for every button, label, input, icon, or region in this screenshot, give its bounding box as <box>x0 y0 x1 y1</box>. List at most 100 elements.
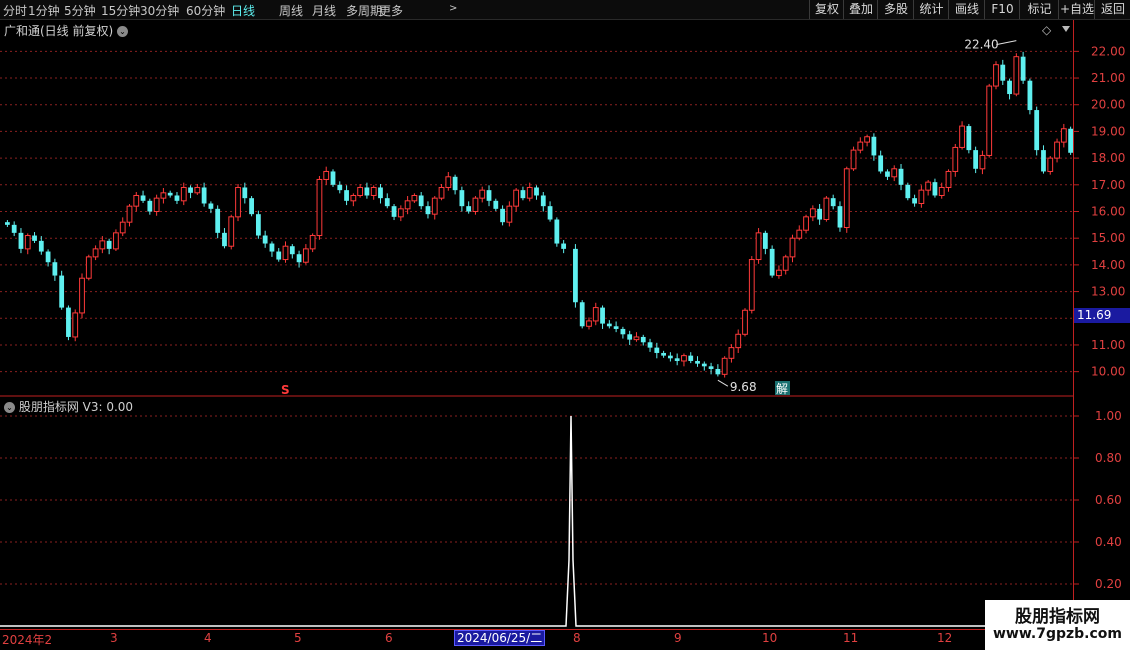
candle-body <box>194 186 201 194</box>
candle-body <box>715 368 721 375</box>
candle-body <box>228 216 235 247</box>
candle-body <box>391 206 397 217</box>
high-pointer-line <box>996 40 1017 46</box>
candle-body <box>493 200 499 209</box>
month-label: 8 <box>573 631 581 645</box>
indicator-tick-label: 1.00 <box>1095 409 1122 423</box>
candle-body <box>11 224 17 233</box>
candle-body <box>106 240 112 249</box>
candle-body <box>201 187 207 204</box>
candle-body <box>370 186 377 196</box>
y-tick-label: 17.00 <box>1091 178 1125 192</box>
candle-body <box>52 262 58 276</box>
candle-body <box>540 195 546 207</box>
candle-body <box>404 200 411 210</box>
candle-body <box>803 216 809 231</box>
candle-body <box>688 355 694 361</box>
candle-body <box>357 186 364 196</box>
low-label: 9.68 <box>730 380 757 394</box>
candle-body <box>153 197 160 212</box>
candle-body <box>1007 80 1012 95</box>
candle-body <box>119 221 126 234</box>
candle-body <box>126 205 133 223</box>
candle-body <box>769 248 775 276</box>
candle-body <box>384 198 390 207</box>
candle-body <box>526 186 533 199</box>
candle-body <box>586 320 592 327</box>
candle-body <box>208 203 214 209</box>
candle-body <box>1027 80 1033 111</box>
marker-s: S <box>281 383 290 397</box>
candle-body <box>735 333 742 349</box>
candle-body <box>742 309 748 335</box>
candle-body <box>1041 150 1046 172</box>
candle-body <box>99 240 106 250</box>
candle-body <box>973 150 979 169</box>
month-label: 3 <box>110 631 118 645</box>
candle-body <box>857 141 864 151</box>
candle-body <box>276 251 282 260</box>
low-pointer-line <box>717 379 729 387</box>
candle-body <box>500 208 505 223</box>
candle-body <box>262 235 268 244</box>
candle-body <box>864 136 870 143</box>
candle-body <box>188 187 193 193</box>
candle-body <box>932 182 938 196</box>
candle-body <box>952 146 959 172</box>
candle-body <box>85 256 92 279</box>
candle-body <box>592 307 599 322</box>
current-price-tag: 11.69 <box>1074 308 1130 323</box>
candle-body <box>1054 141 1060 159</box>
y-tick-label: 11.00 <box>1091 338 1125 352</box>
month-label: 2024年2 <box>2 633 53 647</box>
month-label: 4 <box>204 631 212 645</box>
candle-body <box>66 307 71 337</box>
marker-jie: 解 <box>776 382 788 396</box>
candle-body <box>411 194 418 202</box>
candle-body <box>782 256 789 271</box>
candle-body <box>316 178 323 237</box>
candle-body <box>554 219 560 244</box>
candle-body <box>445 176 452 188</box>
candle-body <box>18 232 24 249</box>
triangle-down-icon[interactable] <box>1062 26 1070 32</box>
month-label: 12 <box>937 631 953 645</box>
candle-body <box>459 190 465 207</box>
candle-body <box>640 336 646 343</box>
month-label: 9 <box>674 631 682 645</box>
candle-body <box>1060 128 1067 143</box>
candle-body <box>302 248 309 263</box>
watermark: 股朋指标网 www.7gpzb.com <box>985 600 1130 650</box>
month-label: 11 <box>843 631 859 645</box>
candle-body <box>796 229 803 239</box>
candle-body <box>1034 110 1040 151</box>
diamond-icon[interactable]: ◇ <box>1042 23 1052 37</box>
candle-body <box>431 197 438 215</box>
candle-body <box>959 125 965 148</box>
candle-body <box>627 334 633 340</box>
candle-body <box>979 154 986 170</box>
candle-body <box>776 269 782 277</box>
candle-body <box>755 232 762 261</box>
indicator-tick-label: 0.80 <box>1095 451 1122 465</box>
candle-body <box>378 187 383 199</box>
candle-body <box>748 259 755 311</box>
candle-body <box>472 197 479 212</box>
candle-body <box>1047 157 1054 172</box>
candle-body <box>222 232 227 247</box>
y-tick-label: 22.00 <box>1091 44 1125 58</box>
candle-body <box>255 214 261 236</box>
candle-body <box>506 205 513 223</box>
candle-body <box>620 328 626 335</box>
candle-body <box>695 360 700 364</box>
candle-body <box>425 206 431 215</box>
candle-body <box>215 208 221 233</box>
candle-body <box>830 198 836 207</box>
candle-body <box>242 187 248 199</box>
candle-body <box>520 190 526 199</box>
watermark-url: www.7gpzb.com <box>992 626 1122 642</box>
candle-body <box>38 240 44 252</box>
y-tick-label: 15.00 <box>1091 231 1125 245</box>
candle-body <box>167 192 173 196</box>
candle-body <box>1020 56 1026 81</box>
